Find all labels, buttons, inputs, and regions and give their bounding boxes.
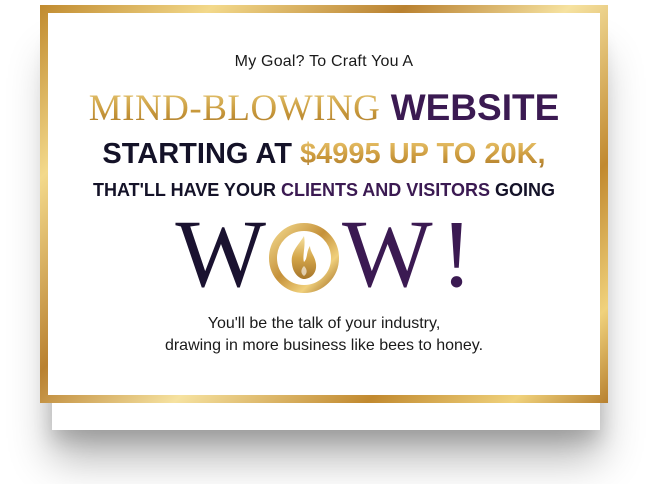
tagline-line-1: You'll be the talk of your industry, (207, 315, 441, 332)
gold-frame: My Goal? To Craft You A MIND-BLOWING WEB… (40, 5, 608, 403)
clients-line-dark-1: THAT'LL HAVE YOUR (92, 180, 276, 200)
tagline-line-2: drawing in more business like bees to ho… (164, 337, 484, 354)
flame-emblem-icon (269, 223, 340, 293)
headline: MIND-BLOWING WEBSITE (48, 87, 600, 130)
price-line-gold: $4995 UP TO 20K, (300, 138, 546, 170)
wow-word: W W ! (48, 200, 600, 307)
wow-letter-w1: W (175, 200, 267, 307)
tagline: You'll be the talk of your industry, dra… (48, 313, 600, 357)
wow-letter-w2: W (342, 200, 433, 307)
promo-card: My Goal? To Craft You A MIND-BLOWING WEB… (48, 13, 600, 395)
clients-line-dark-2: GOING (495, 180, 556, 200)
price-line-dark: STARTING AT (102, 138, 292, 170)
price-line: STARTING AT $4995 UP TO 20K, (48, 137, 600, 171)
clients-line: THAT'LL HAVE YOUR CLIENTS AND VISITORS G… (48, 179, 600, 201)
headline-purple: WEBSITE (390, 87, 560, 128)
stage: My Goal? To Craft You A MIND-BLOWING WEB… (0, 0, 649, 484)
headline-gold: MIND-BLOWING (88, 88, 381, 129)
wow-exclamation: ! (440, 200, 473, 307)
clients-line-purple: CLIENTS AND VISITORS (280, 180, 490, 200)
intro-text: My Goal? To Craft You A (234, 53, 414, 70)
